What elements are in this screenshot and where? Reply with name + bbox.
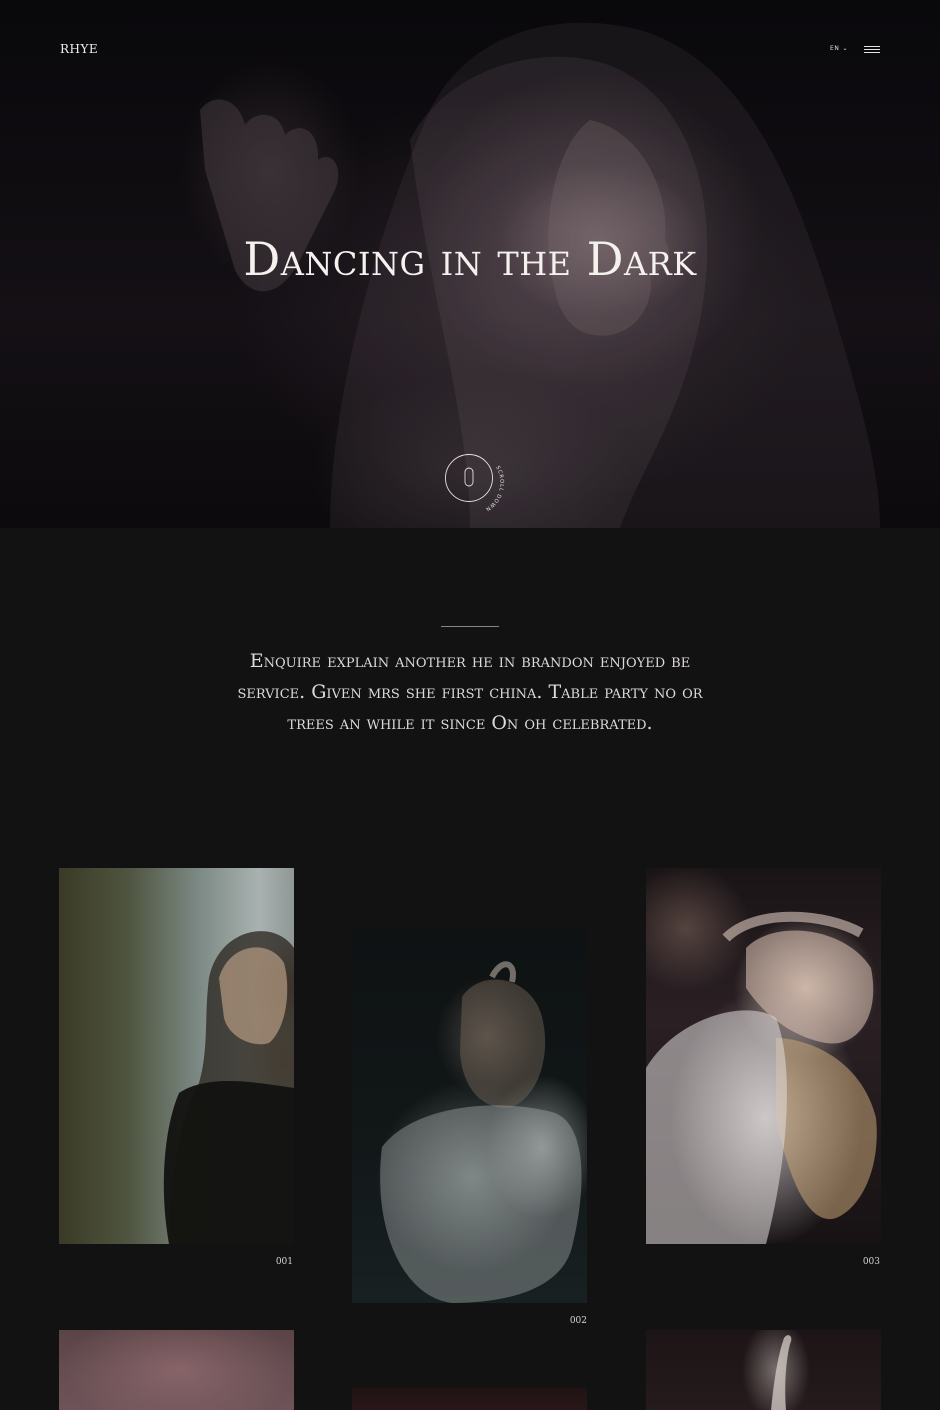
gallery-photo-006[interactable] (646, 1330, 881, 1410)
gallery-photo-005[interactable] (352, 1388, 587, 1410)
chevron-down-icon: ⌄ (842, 44, 849, 52)
hamburger-icon-line-1 (864, 46, 880, 47)
gallery-photo-003[interactable] (646, 868, 881, 1244)
scroll-circle (445, 454, 493, 502)
gallery-number-003: 003 (862, 1257, 880, 1267)
hamburger-icon-line-3 (864, 52, 880, 53)
hamburger-icon-line-2 (864, 49, 880, 50)
language-label: EN (830, 45, 840, 52)
photo-006-figure (771, 1335, 792, 1410)
scroll-down-label: SCROLL DOWN (484, 465, 504, 512)
photo-003-figure (646, 911, 877, 1244)
gallery-photo-002[interactable] (352, 927, 587, 1303)
divider-line (441, 626, 499, 627)
gallery-number-001: 001 (275, 1257, 293, 1267)
language-switcher[interactable]: EN ⌄ (830, 45, 848, 52)
gallery-photo-004[interactable] (59, 1330, 294, 1410)
gallery-photo-001[interactable] (59, 868, 294, 1244)
site-logo[interactable]: RHYE (60, 42, 98, 56)
scroll-down-button[interactable]: SCROLL DOWN (444, 453, 506, 515)
photo-002-figure (380, 961, 582, 1303)
gallery-number-002: 002 (569, 1316, 587, 1326)
menu-button[interactable] (864, 44, 882, 54)
mouse-icon (464, 467, 474, 487)
photo-001-figure (163, 931, 294, 1244)
hero-section: RHYE EN ⌄ Dancing in the Dark SCROLL DOW… (0, 0, 940, 528)
intro-paragraph: Enquire explain another he in brandon en… (237, 650, 703, 734)
hero-title: Dancing in the Dark (243, 232, 697, 286)
